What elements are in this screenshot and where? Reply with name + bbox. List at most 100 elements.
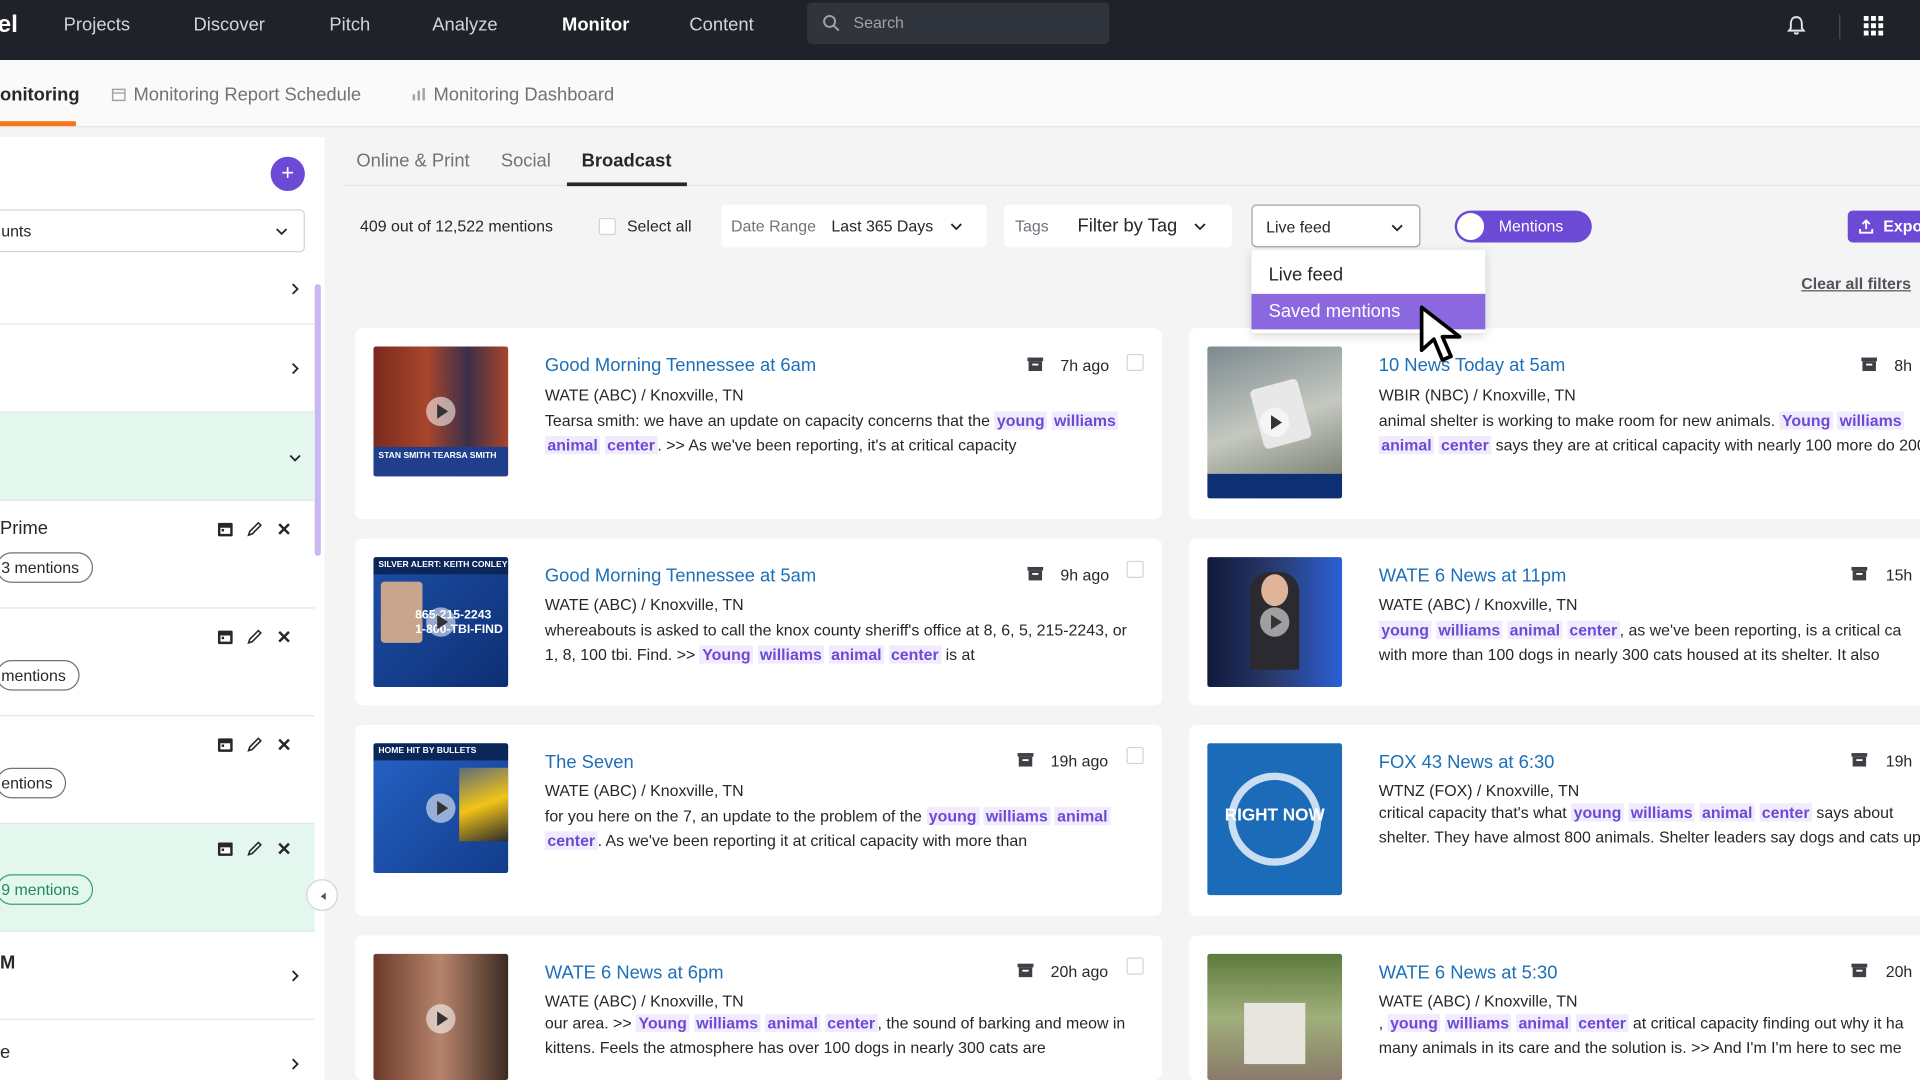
mentions-toggle-label: Mentions: [1498, 216, 1564, 236]
search-bar[interactable]: Search: [806, 2, 1110, 45]
sidebar-row[interactable]: e: [0, 1020, 315, 1080]
mention-card[interactable]: WATE 6 News at 11pm 15h WATE (ABC) / Kno…: [1188, 538, 1920, 706]
sidebar-scrollbar[interactable]: [314, 284, 321, 556]
mention-card[interactable]: HOME HIT BY BULLETS The Seven 19h ago WA…: [355, 724, 1163, 916]
add-search-button[interactable]: +: [270, 156, 305, 192]
select-all-checkbox[interactable]: [598, 217, 616, 236]
mention-checkbox[interactable]: [1126, 957, 1144, 975]
mention-title[interactable]: WATE 6 News at 5:30: [1379, 962, 1558, 983]
mention-time: 9h ago: [1060, 565, 1110, 585]
account-select[interactable]: unts: [0, 209, 305, 253]
chevron-down-icon: [276, 228, 288, 236]
mentions-count-pill[interactable]: mentions: [0, 660, 80, 691]
mention-card[interactable]: SILVER ALERT: KEITH CONLEY 865-215-2243 …: [355, 538, 1163, 706]
sidebar-row[interactable]: M: [0, 932, 315, 1021]
mention-title[interactable]: FOX 43 News at 6:30: [1379, 752, 1555, 773]
search-item-name: Prime: [0, 517, 48, 539]
nav-pitch[interactable]: Pitch: [329, 15, 370, 36]
clear-all-filters-link[interactable]: Clear all filters: [1801, 274, 1911, 292]
bell-icon[interactable]: [1785, 15, 1807, 37]
search-item[interactable]: Prime 3 mentions: [0, 501, 315, 609]
mentions-count-pill[interactable]: 9 mentions: [0, 874, 93, 905]
nav-discover[interactable]: Discover: [193, 15, 264, 36]
mentions-toggle[interactable]: Mentions: [1454, 210, 1592, 243]
mention-checkbox[interactable]: [1126, 353, 1144, 372]
mention-card[interactable]: RIGHT NOW FOX 43 News at 6:30 19h WTNZ (…: [1188, 724, 1920, 916]
mention-card[interactable]: STAN SMITH TEARSA SMITH Good Morning Ten…: [355, 328, 1163, 520]
play-icon[interactable]: [1260, 407, 1290, 438]
sidebar-row-expanded[interactable]: [0, 412, 315, 501]
tab-social[interactable]: Social: [501, 151, 551, 172]
nav-projects[interactable]: Projects: [64, 15, 130, 36]
date-range-filter[interactable]: Date Range Last 365 Days: [721, 204, 987, 248]
mention-card[interactable]: WATE 6 News at 5:30 20h WATE (ABC) / Kno…: [1188, 935, 1920, 1080]
mention-title[interactable]: WATE 6 News at 11pm: [1379, 566, 1566, 587]
subtab-dashboard[interactable]: Monitoring Dashboard: [411, 84, 614, 105]
play-icon[interactable]: [1260, 607, 1290, 637]
tags-filter[interactable]: Tags Filter by Tag: [1004, 204, 1232, 248]
edit-icon[interactable]: [246, 736, 263, 753]
tab-active-underline: [566, 182, 687, 187]
nav-analyze[interactable]: Analyze: [432, 15, 497, 36]
subtab-monitoring[interactable]: onitoring: [0, 84, 80, 105]
mention-checkbox[interactable]: [1126, 560, 1144, 578]
keyword-highlight: center: [824, 1013, 878, 1033]
play-icon[interactable]: [426, 396, 456, 427]
edit-icon[interactable]: [246, 628, 263, 645]
sidebar-row[interactable]: [0, 324, 315, 413]
mention-title[interactable]: Good Morning Tennessee at 6am: [545, 355, 816, 376]
tags-value: Filter by Tag: [1077, 215, 1178, 237]
video-thumbnail[interactable]: STAN SMITH TEARSA SMITH: [373, 346, 509, 477]
close-icon[interactable]: [276, 520, 293, 537]
collapse-sidebar-button[interactable]: [306, 879, 338, 912]
mention-title[interactable]: Good Morning Tennessee at 5am: [545, 566, 816, 587]
video-thumbnail[interactable]: [373, 953, 509, 1080]
keyword-highlight: Young: [699, 644, 754, 664]
tab-broadcast[interactable]: Broadcast: [582, 151, 672, 172]
mention-time: 19h ago: [1050, 751, 1109, 771]
schedule-icon[interactable]: [217, 736, 234, 753]
play-icon[interactable]: [426, 1004, 456, 1034]
thumbnail-photo: [1244, 1002, 1306, 1065]
schedule-icon[interactable]: [217, 520, 234, 537]
video-thumbnail[interactable]: [1207, 346, 1343, 499]
mention-source: WATE (ABC) / Knoxville, TN: [544, 781, 744, 800]
chevron-right-icon: [292, 283, 299, 295]
feed-select[interactable]: Live feed: [1251, 204, 1421, 248]
subtab-report-schedule[interactable]: Monitoring Report Schedule: [111, 84, 361, 105]
video-thumbnail[interactable]: RIGHT NOW: [1207, 743, 1343, 896]
tab-online-print[interactable]: Online & Print: [356, 151, 469, 172]
play-icon[interactable]: [426, 607, 456, 637]
search-item[interactable]: mentions: [0, 609, 315, 717]
search-item-selected[interactable]: 9 mentions: [0, 824, 315, 932]
sidebar-row[interactable]: [0, 255, 315, 325]
close-icon[interactable]: [276, 628, 293, 645]
mention-excerpt: , young williams animal center at critic…: [1379, 1011, 1920, 1059]
export-button[interactable]: Expo: [1847, 210, 1920, 243]
mention-card[interactable]: 10 News Today at 5am 8h WBIR (NBC) / Kno…: [1188, 328, 1920, 520]
mentions-count-pill[interactable]: entions: [0, 767, 67, 799]
play-icon[interactable]: [426, 793, 456, 823]
logo[interactable]: el: [0, 11, 18, 39]
edit-icon[interactable]: [246, 840, 263, 857]
video-thumbnail[interactable]: SILVER ALERT: KEITH CONLEY 865-215-2243 …: [373, 557, 509, 687]
close-icon[interactable]: [276, 840, 293, 857]
apps-grid-icon[interactable]: [1863, 15, 1884, 36]
edit-icon[interactable]: [246, 520, 263, 537]
dropdown-option-live-feed[interactable]: Live feed: [1251, 257, 1485, 293]
video-thumbnail[interactable]: [1207, 953, 1343, 1080]
video-thumbnail[interactable]: [1207, 557, 1343, 687]
schedule-icon[interactable]: [217, 840, 234, 857]
mention-checkbox[interactable]: [1126, 746, 1144, 765]
schedule-icon[interactable]: [217, 628, 234, 645]
search-item[interactable]: entions: [0, 716, 315, 825]
nav-monitor[interactable]: Monitor: [562, 15, 629, 36]
video-thumbnail[interactable]: HOME HIT BY BULLETS: [373, 743, 509, 874]
mentions-count-pill[interactable]: 3 mentions: [0, 552, 93, 583]
select-all-label[interactable]: Select all: [627, 217, 692, 235]
nav-content[interactable]: Content: [689, 15, 753, 36]
mention-title[interactable]: The Seven: [545, 752, 634, 773]
mention-title[interactable]: WATE 6 News at 6pm: [545, 962, 724, 983]
close-icon[interactable]: [276, 736, 293, 753]
mention-card[interactable]: WATE 6 News at 6pm 20h ago WATE (ABC) / …: [355, 935, 1163, 1080]
